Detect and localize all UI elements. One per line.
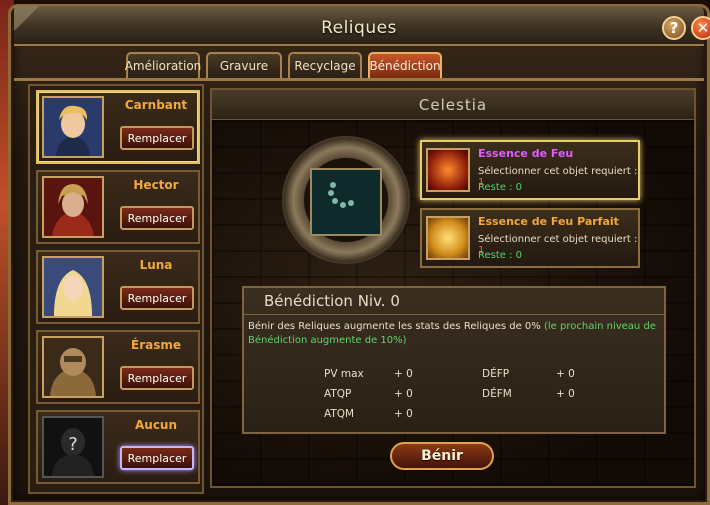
loading-dot (340, 202, 346, 208)
relic-name: Celestia (418, 96, 488, 114)
help-button[interactable]: ? (662, 16, 686, 40)
requirement-text: Sélectionner cet objet requiert : (478, 234, 638, 245)
bless-button[interactable]: Bénir (390, 442, 494, 470)
close-icon: ✕ (696, 19, 710, 37)
loading-dot (332, 198, 338, 204)
stat-value: + 0 (394, 368, 413, 380)
empty-slot-mark: ? (68, 434, 78, 455)
hero-luna-icon (44, 258, 102, 316)
stat-label: DÉFM (482, 388, 512, 400)
stat-value: + 0 (556, 388, 575, 400)
essence-option[interactable]: Essence de Feu Sélectionner cet objet re… (420, 140, 640, 200)
relic-slot[interactable] (310, 168, 382, 236)
perfect-fire-essence-icon (426, 216, 470, 260)
hero-carnbant-icon (44, 98, 102, 156)
stat-value: + 0 (394, 388, 413, 400)
help-icon: ? (669, 19, 679, 37)
essence-stock: Reste : 0 (478, 182, 523, 193)
hero-portrait-empty: ? (42, 416, 104, 478)
benediction-description: Bénir des Reliques augmente les stats de… (248, 320, 662, 348)
hero-portrait-luna (42, 256, 104, 318)
stat-value: + 0 (556, 368, 575, 380)
essence-option[interactable]: Essence de Feu Parfait Sélectionner cet … (420, 208, 640, 268)
divider (244, 314, 664, 315)
replace-button[interactable]: Remplacer (120, 126, 194, 150)
hero-hector-icon (44, 178, 102, 236)
hero-card[interactable]: Carnbant Remplacer (36, 90, 200, 164)
tab-benediction[interactable]: Bénédiction (368, 52, 442, 78)
loading-dot (328, 190, 334, 196)
panel-header: Celestia (212, 90, 694, 120)
replace-button[interactable]: Remplacer (120, 286, 194, 310)
blessing-panel: Celestia Essence de Feu Sélectionner cet… (210, 88, 696, 488)
hero-name: Carnbant (124, 98, 188, 112)
hero-card[interactable]: Hector Remplacer (36, 170, 200, 244)
loading-dot (330, 182, 336, 188)
hero-card[interactable]: Luna Remplacer (36, 250, 200, 324)
essence-name: Essence de Feu Parfait (478, 215, 619, 228)
tab-amelioration[interactable]: Amélioration (125, 52, 201, 78)
window-title: Reliques (321, 18, 397, 38)
replace-button[interactable]: Remplacer (120, 366, 194, 390)
hero-card[interactable]: Érasme Remplacer (36, 330, 200, 404)
hero-name: Aucun (134, 418, 178, 432)
description-text: Bénir des Reliques augmente les stats de… (248, 321, 541, 332)
hero-name: Luna (139, 258, 173, 272)
benediction-level: Bénédiction Niv. 0 (264, 292, 400, 310)
hero-portrait-hector (42, 176, 104, 238)
benediction-info: Bénédiction Niv. 0 Bénir des Reliques au… (242, 286, 666, 434)
tab-underline (14, 78, 704, 81)
hero-name: Hector (133, 178, 179, 192)
replace-button[interactable]: Remplacer (120, 206, 194, 230)
stat-label: PV max (324, 368, 364, 380)
loading-dot (348, 200, 354, 206)
stat-value: + 0 (394, 408, 413, 420)
hero-portrait-erasme (42, 336, 104, 398)
close-button[interactable]: ✕ (691, 16, 710, 40)
replace-button[interactable]: Remplacer (120, 446, 194, 470)
stat-label: ATQM (324, 408, 355, 420)
hero-portrait-carnbant (42, 96, 104, 158)
hero-card[interactable]: ? Aucun Remplacer (36, 410, 200, 484)
hero-erasme-icon (44, 338, 102, 396)
stat-label: DÉFP (482, 368, 510, 380)
tab-bar: Amélioration Gravure Recyclage Bénédicti… (125, 52, 442, 78)
tab-gravure[interactable]: Gravure (206, 52, 282, 78)
hero-list: Carnbant Remplacer Hector Remplacer Luna… (28, 84, 204, 494)
title-bar: Reliques ? ✕ (14, 6, 710, 46)
essence-name: Essence de Feu (478, 147, 574, 160)
hero-name: Érasme (131, 338, 181, 352)
tab-recyclage[interactable]: Recyclage (288, 52, 362, 78)
empty-silhouette-icon: ? (44, 418, 102, 476)
stat-label: ATQP (324, 388, 352, 400)
fire-essence-icon (426, 148, 470, 192)
essence-stock: Reste : 0 (478, 250, 523, 261)
requirement-text: Sélectionner cet objet requiert : (478, 166, 638, 177)
